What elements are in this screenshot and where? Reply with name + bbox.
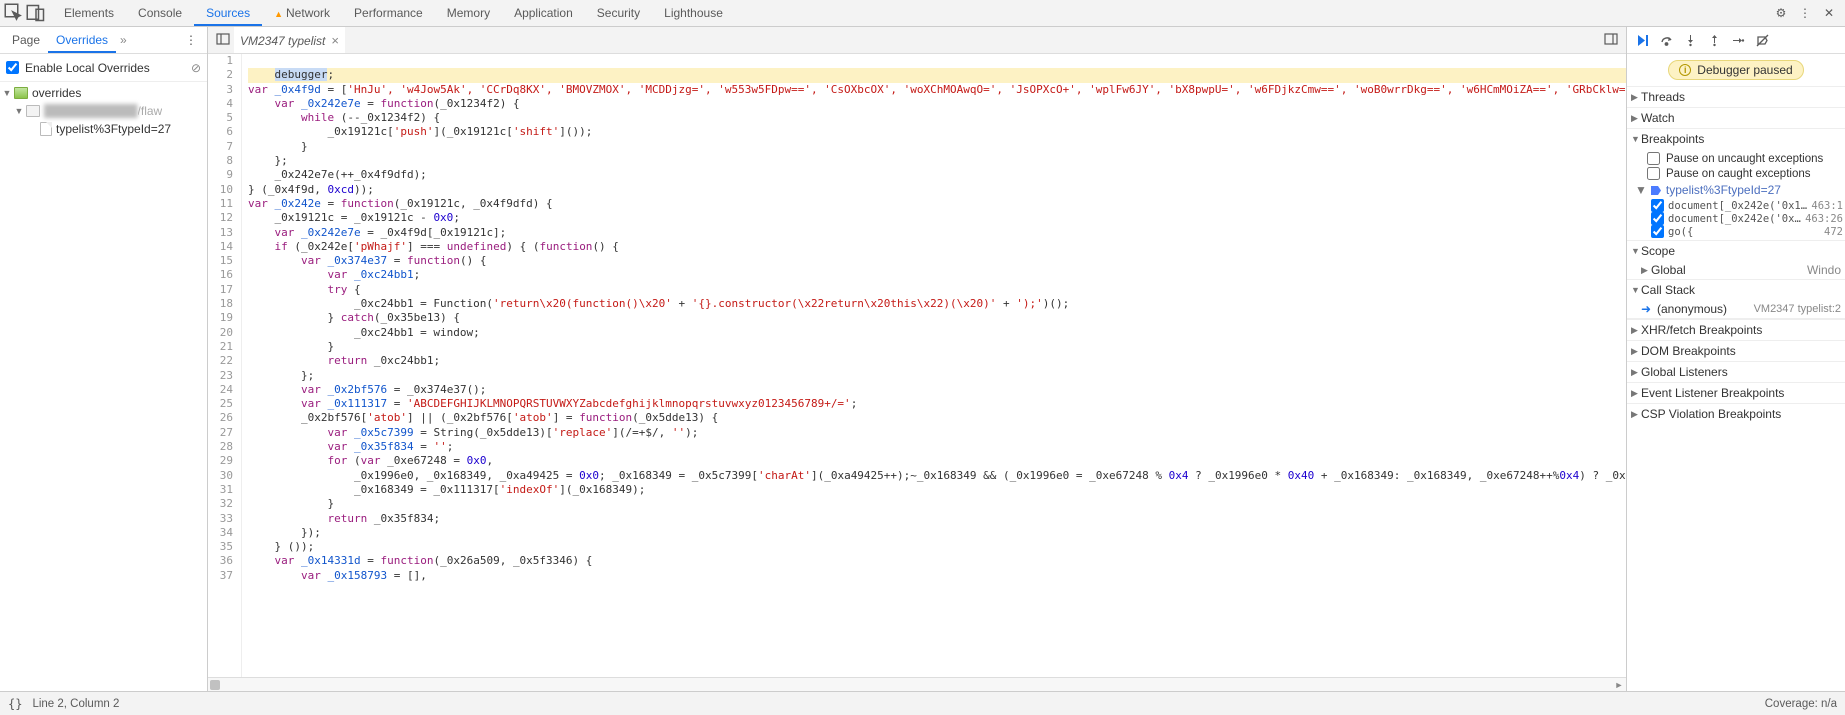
tree-root[interactable]: ▼ overrides: [0, 84, 207, 102]
callstack-frame[interactable]: ➜ (anonymous) VM2347 typelist:2: [1627, 300, 1845, 319]
toggle-navigator-icon[interactable]: [212, 32, 234, 49]
bp-item[interactable]: document[_0x242e('0x15', 'r`7h…463:1: [1635, 199, 1845, 212]
tab-application[interactable]: Application: [502, 0, 585, 26]
tree-sub[interactable]: ▼ ███████████/flaw: [0, 102, 207, 120]
folder-icon: [26, 105, 40, 117]
tree-sub-label: /flaw: [138, 104, 163, 118]
deactivate-breakpoints-button[interactable]: [1751, 29, 1773, 51]
code-editor[interactable]: 1234567891011121314151617181920212223242…: [208, 54, 1626, 677]
clear-overrides-icon[interactable]: ⊘: [191, 61, 201, 75]
debugger-paused-label: Debugger paused: [1697, 63, 1792, 77]
tree-file-label: typelist%3FtypeId=27: [56, 122, 171, 136]
breakpoint-icon: [1651, 185, 1662, 196]
tab-network[interactable]: Network: [262, 0, 342, 26]
step-into-button[interactable]: [1679, 29, 1701, 51]
sidebar-tab-overrides[interactable]: Overrides: [48, 27, 116, 53]
enable-local-overrides-label: Enable Local Overrides: [25, 61, 150, 75]
callstack-section[interactable]: ▼Call Stack: [1627, 280, 1845, 300]
tab-elements[interactable]: Elements: [52, 0, 126, 26]
bp-file-group[interactable]: ▼typelist%3FtypeId=27: [1635, 181, 1845, 199]
watch-section[interactable]: ▶Watch: [1627, 108, 1845, 128]
scroll-right-icon[interactable]: ►: [1612, 678, 1626, 692]
horizontal-scrollbar[interactable]: ◄ ►: [208, 677, 1626, 691]
toggle-debugger-icon[interactable]: [1600, 32, 1622, 49]
tree-file[interactable]: typelist%3FtypeId=27: [0, 120, 207, 138]
status-bar: {} Line 2, Column 2 Coverage: n/a: [0, 691, 1845, 715]
pause-caught-row[interactable]: Pause on caught exceptions: [1633, 166, 1845, 181]
editor-area: VM2347 typelist × 1234567891011121314151…: [208, 27, 1626, 691]
sidebar-more-icon[interactable]: ⋮: [179, 33, 203, 47]
sidebar-tab-page[interactable]: Page: [4, 27, 48, 53]
pause-uncaught-row[interactable]: Pause on uncaught exceptions: [1633, 151, 1845, 166]
folder-icon: [14, 87, 28, 99]
bp-checkbox[interactable]: [1651, 212, 1664, 225]
file-icon: [40, 122, 52, 136]
info-icon: i: [1679, 64, 1691, 76]
threads-section[interactable]: ▶Threads: [1627, 87, 1845, 107]
cursor-position: Line 2, Column 2: [32, 698, 119, 710]
pause-caught-checkbox[interactable]: [1647, 167, 1660, 180]
tab-security[interactable]: Security: [585, 0, 652, 26]
breakpoints-section[interactable]: ▼Breakpoints: [1627, 129, 1845, 149]
bp-item[interactable]: document[_0x242e('0x15', 'r`7…463:26: [1635, 212, 1845, 225]
more-icon[interactable]: ⋮: [1793, 6, 1817, 20]
editor-tab[interactable]: VM2347 typelist ×: [234, 27, 345, 53]
step-out-button[interactable]: [1703, 29, 1725, 51]
tab-sources[interactable]: Sources: [194, 0, 262, 26]
bp-item[interactable]: go({472: [1635, 225, 1845, 238]
editor-tab-label: VM2347 typelist: [240, 28, 325, 54]
coverage-status: Coverage: n/a: [1765, 698, 1837, 710]
debugger-paused-banner: i Debugger paused: [1668, 60, 1803, 80]
scope-global-row[interactable]: ▶GlobalWindo: [1627, 261, 1845, 279]
step-button[interactable]: [1727, 29, 1749, 51]
debugger-panel: i Debugger paused ▶Threads ▶Watch ▼Break…: [1626, 27, 1845, 691]
pause-uncaught-checkbox[interactable]: [1647, 152, 1660, 165]
bp-checkbox[interactable]: [1651, 225, 1664, 238]
tab-memory[interactable]: Memory: [435, 0, 502, 26]
close-icon[interactable]: ✕: [1817, 6, 1841, 20]
enable-local-overrides-checkbox[interactable]: Enable Local Overrides: [6, 61, 150, 75]
dom-breakpoints-section[interactable]: ▶DOM Breakpoints: [1627, 341, 1845, 361]
devtools-tabs: Elements Console Sources Network Perform…: [0, 0, 1845, 27]
resume-button[interactable]: [1631, 29, 1653, 51]
csp-breakpoints-section[interactable]: ▶CSP Violation Breakpoints: [1627, 404, 1845, 424]
scope-section[interactable]: ▼Scope: [1627, 241, 1845, 261]
xhr-breakpoints-section[interactable]: ▶XHR/fetch Breakpoints: [1627, 320, 1845, 340]
sidebar-tabs-more-icon[interactable]: »: [116, 33, 131, 47]
tab-console[interactable]: Console: [126, 0, 194, 26]
tree-root-label: overrides: [32, 86, 81, 100]
inspect-icon[interactable]: [4, 3, 24, 23]
pretty-print-icon[interactable]: {}: [8, 697, 22, 711]
enable-local-overrides-input[interactable]: [6, 61, 19, 74]
code-content[interactable]: debugger;var _0x4f9d = ['HnJu', 'w4Jow5A…: [242, 54, 1626, 677]
editor-tab-close-icon[interactable]: ×: [331, 28, 339, 54]
device-toolbar-icon[interactable]: [26, 3, 46, 23]
line-gutter: 1234567891011121314151617181920212223242…: [208, 54, 242, 677]
event-listener-breakpoints-section[interactable]: ▶Event Listener Breakpoints: [1627, 383, 1845, 403]
tab-performance[interactable]: Performance: [342, 0, 435, 26]
tab-lighthouse[interactable]: Lighthouse: [652, 0, 735, 26]
scroll-thumb[interactable]: [210, 680, 220, 690]
bp-checkbox[interactable]: [1651, 199, 1664, 212]
step-over-button[interactable]: [1655, 29, 1677, 51]
sources-sidebar: Page Overrides » ⋮ Enable Local Override…: [0, 27, 208, 691]
settings-icon[interactable]: ⚙: [1769, 6, 1793, 20]
global-listeners-section[interactable]: ▶Global Listeners: [1627, 362, 1845, 382]
overrides-tree: ▼ overrides ▼ ███████████/flaw typelist%…: [0, 82, 207, 140]
current-frame-icon: ➜: [1641, 302, 1653, 316]
